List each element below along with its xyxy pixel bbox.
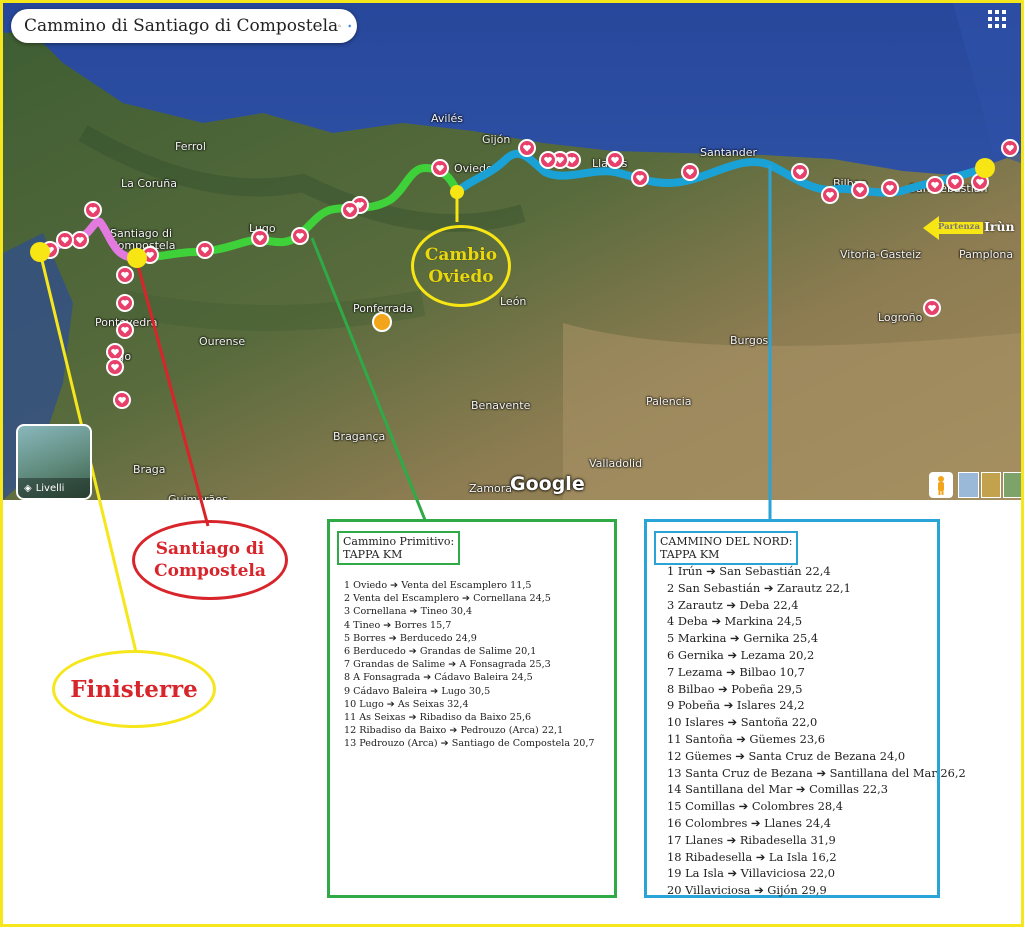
- nord-heading: CAMMINO DEL NORD: TAPPA KM: [654, 531, 799, 565]
- stage-item: 1 Irún ➔ San Sebastián 22,4: [667, 564, 831, 578]
- box-cammino-del-nord: CAMMINO DEL NORD: TAPPA KM 1 Irún ➔ San …: [644, 519, 966, 898]
- callout-oviedo-line2: Oviedo: [428, 267, 494, 287]
- place-label: Gijón: [482, 133, 511, 146]
- stage-item: 5 Markina ➔ Gernika 25,4: [667, 631, 819, 646]
- place-label: Valladolid: [589, 457, 643, 470]
- partenza-label: Partenza Irùn: [923, 216, 1017, 240]
- partenza-prefix: Partenza: [938, 222, 980, 232]
- primitivo-stage-list: 1 Oviedo ➔ Venta del Escamplero 11,5 2 Ve…: [344, 579, 595, 751]
- stage-item: 1 Oviedo ➔ Venta del Escamplero 11,5: [344, 580, 532, 591]
- stage-item: 14 Santillana del Mar ➔ Comillas 22,3: [667, 782, 888, 797]
- stage-item: 18 Ribadesella ➔ La Isla 16,2: [667, 849, 837, 864]
- place-label: Burgos: [730, 334, 769, 347]
- pegman-icon[interactable]: [929, 472, 953, 498]
- place-label: La Coruña: [121, 177, 177, 190]
- primitivo-title: Cammino Primitivo:: [343, 535, 455, 548]
- place-label: Logroño: [878, 311, 923, 324]
- stage-item: 5 Borres ➔ Berducedo 24,9: [344, 632, 477, 644]
- callout-santiago-di-compostela: Santiago di Compostela: [132, 520, 288, 600]
- place-label: Pamplona: [959, 248, 1014, 261]
- thumb-terrain[interactable]: [958, 472, 979, 498]
- stage-item: 4 Deba ➔ Markina 24,5: [667, 614, 803, 629]
- stage-item: 13 Pedrouzo (Arca) ➔ Santiago de Compost…: [344, 738, 595, 750]
- callout-cambio-oviedo: Cambio Oviedo: [411, 225, 511, 307]
- map-view[interactable]: Cammino di Santiago di Compostela Ferrol…: [3, 3, 1021, 500]
- place-label: Avilés: [431, 112, 464, 125]
- apps-grid-icon[interactable]: [987, 9, 1007, 29]
- primitivo-heading: Cammino Primitivo: TAPPA KM: [337, 531, 461, 565]
- search-query[interactable]: Cammino di Santiago di Compostela: [24, 16, 338, 36]
- place-label: Ponferrada: [353, 302, 413, 315]
- place-label: Bilbao: [833, 177, 868, 190]
- stage-item: 3 Zarautz ➔ Deba 22,4: [667, 597, 799, 612]
- place-label: Benavente: [471, 399, 531, 412]
- place-label: Bragança: [333, 430, 386, 443]
- place-label: Braga: [133, 463, 166, 476]
- callout-santiago-line1: Santiago di: [155, 539, 265, 559]
- place-label: Santander: [700, 146, 757, 159]
- stage-item: 16 Colombres ➔ Llanes 24,4: [667, 815, 832, 830]
- google-logo: Google: [510, 473, 585, 495]
- callout-finisterre: Finisterre: [52, 650, 216, 728]
- stage-item: 9 Cádavo Baleira ➔ Lugo 30,5: [344, 685, 491, 697]
- nord-title: CAMMINO DEL NORD:: [660, 535, 793, 548]
- place-label: San Sebastián: [909, 182, 988, 195]
- pegman-figure-icon: [938, 476, 944, 495]
- search-icon[interactable]: [338, 15, 342, 37]
- layers-icon: ◈: [24, 482, 32, 494]
- stage-item: 10 Lugo ➔ As Seixas 32,4: [344, 698, 469, 710]
- stage-item: 19 La Isla ➔ Villaviciosa 22,0: [667, 866, 835, 881]
- layers-label-row: ◈ Livelli: [18, 478, 90, 498]
- place-label: Ourense: [199, 335, 246, 348]
- stage-item: 12 Güemes ➔ Santa Cruz de Bezana 24,0: [667, 748, 906, 763]
- map-type-thumbnails[interactable]: [958, 472, 1021, 498]
- directions-icon[interactable]: [347, 15, 351, 37]
- stage-item: 13 Santa Cruz de Bezana ➔ Santillana del…: [667, 765, 966, 780]
- stage-item: 8 Bilbao ➔ Pobeña 29,5: [667, 681, 803, 696]
- callout-finisterre-text: Finisterre: [70, 675, 198, 703]
- callout-oviedo-line1: Cambio: [424, 245, 498, 265]
- primitivo-subtitle: TAPPA KM: [343, 548, 403, 561]
- stage-item: 6 Berducedo ➔ Grandas de Salime 20,1: [344, 646, 537, 658]
- stage-item: 10 Islares ➔ Santoña 22,0: [667, 715, 818, 730]
- place-label: Santiago di Compostela: [110, 227, 176, 252]
- stage-item: 6 Gernika ➔ Lezama 20,2: [667, 647, 815, 662]
- stage-item: 17 Llanes ➔ Ribadesella 31,9: [667, 832, 836, 847]
- stage-item: 12 Ribadiso da Baixo ➔ Pedrouzo (Arca) 2…: [344, 725, 564, 737]
- stage-item: 2 Venta del Escamplero ➔ Cornellana 24,5: [344, 593, 551, 605]
- stage-item: 8 A Fonsagrada ➔ Cádavo Baleira 24,5: [344, 672, 533, 684]
- page: Cammino di Santiago di Compostela Ferrol…: [0, 0, 1024, 927]
- stage-item: 20 Villaviciosa ➔ Gijón 29,9: [667, 883, 827, 898]
- place-label: León: [500, 295, 527, 308]
- stage-item: 3 Cornellana ➔ Tineo 30,4: [344, 606, 473, 618]
- partenza-city: Irùn: [984, 219, 1015, 234]
- search-box[interactable]: Cammino di Santiago di Compostela: [11, 9, 357, 43]
- place-label: Pontevedra: [95, 316, 158, 329]
- stage-item: 7 Lezama ➔ Bilbao 10,7: [667, 664, 805, 679]
- stage-item: 2 San Sebastián ➔ Zarautz 22,1: [667, 580, 851, 595]
- stage-item: 15 Comillas ➔ Colombres 28,4: [667, 799, 844, 814]
- box-cammino-primitivo: Cammino Primitivo: TAPPA KM 1 Oviedo ➔ V…: [327, 519, 617, 898]
- place-label: Llanes: [592, 157, 628, 170]
- place-label: Oviedo: [454, 162, 493, 175]
- nord-stage-list: 1 Irún ➔ San Sebastián 22,4 2 San Sebasti…: [667, 563, 966, 899]
- place-label: Vitoria-Gasteiz: [840, 248, 921, 261]
- place-label: Zamora: [469, 482, 512, 495]
- layers-button[interactable]: ◈ Livelli: [16, 424, 92, 500]
- thumb-satellite[interactable]: [980, 472, 1002, 498]
- stage-item: 9 Pobeña ➔ Islares 24,2: [667, 698, 805, 713]
- place-label: Guimarães: [168, 493, 228, 500]
- place-label: Vigo: [107, 350, 132, 363]
- layers-label: Livelli: [35, 482, 65, 494]
- callout-santiago-line2: Compostela: [154, 561, 266, 581]
- place-label: Ferrol: [175, 140, 206, 153]
- thumb-map[interactable]: [1003, 472, 1021, 498]
- place-label: Lugo: [249, 222, 276, 235]
- stage-item: 7 Grandas de Salime ➔ A Fonsagrada 25,3: [344, 659, 551, 671]
- nord-subtitle: TAPPA KM: [660, 548, 720, 561]
- stage-item: 11 Santoña ➔ Güemes 23,6: [667, 731, 825, 746]
- place-label: Palencia: [646, 395, 692, 408]
- stage-item: 11 As Seixas ➔ Ribadiso da Baixo 25,6: [344, 712, 532, 724]
- stage-item: 4 Tineo ➔ Borres 15,7: [344, 619, 452, 631]
